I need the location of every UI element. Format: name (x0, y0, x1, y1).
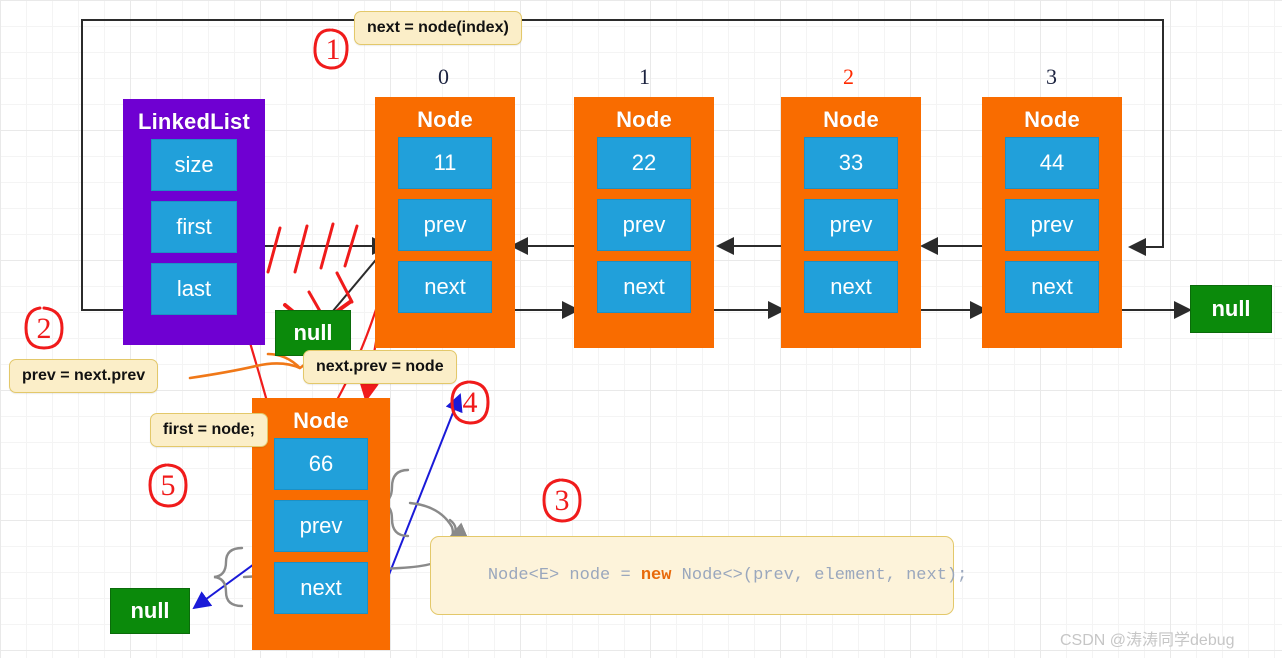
linkedlist-field-size: size (151, 139, 237, 191)
linkedlist-box: LinkedList size first last (123, 99, 265, 345)
node-value-1: 22 (597, 137, 691, 189)
node-title-3: Node (1024, 107, 1080, 132)
node-value-3: 44 (1005, 137, 1099, 189)
code-note: Node<E> node = new Node<>(prev, element,… (430, 536, 967, 615)
note-prev-next-prev: prev = next.prev (9, 359, 159, 393)
node-next-2: next (804, 261, 898, 313)
node-box-1: Node 22 prev next (574, 97, 714, 348)
linkedlist-field-last: last (151, 263, 237, 315)
code-part-name: node (559, 566, 621, 585)
linkedlist-field-first: first (151, 201, 237, 253)
node-prev-2: prev (804, 199, 898, 251)
hand-loop-5 (148, 463, 188, 508)
hand-mark-4-label: 4 (462, 386, 478, 419)
hand-mark-1-label: 1 (325, 33, 341, 66)
brace-new-node-right (379, 468, 470, 543)
note-next-prev-node-text: next.prev = node (316, 358, 444, 375)
node-title-0: Node (417, 107, 473, 132)
null-label-right: null (1211, 296, 1251, 321)
hand-mark-3: 3 (544, 479, 580, 523)
hand-mark-2-label: 2 (36, 312, 52, 345)
hand-mark-2: 2 (26, 307, 62, 351)
index-label-2: 2 (843, 64, 854, 89)
hand-strike-first-arrow (266, 222, 359, 274)
node-box-2: Node 33 prev next (781, 97, 921, 348)
new-node-next: next (274, 562, 368, 614)
node-prev-1: prev (597, 199, 691, 251)
node-box-3: Node 44 prev next (982, 97, 1122, 348)
linkedlist-title: LinkedList (137, 109, 250, 134)
note-next-prev-node: next.prev = node (303, 350, 457, 384)
node-next-1: next (597, 261, 691, 313)
index-label-0: 0 (438, 64, 449, 89)
hand-loop-3 (542, 478, 582, 523)
null-label-crossed-out: null (293, 320, 333, 345)
new-node-value: 66 (274, 438, 368, 490)
node-box-0: Node 11 prev next (375, 97, 515, 348)
diagram-canvas: 0 1 2 3 LinkedList size first last Node … (0, 0, 1282, 658)
node-next-3: next (1005, 261, 1099, 313)
node-value-2: 33 (804, 137, 898, 189)
note-next-node-index: next = node(index) (354, 11, 522, 45)
watermark-text: CSDN @涛涛同学debug (1060, 632, 1235, 649)
code-part-assign: = (620, 566, 641, 585)
hand-loop-2 (24, 306, 64, 350)
watermark: CSDN @涛涛同学debug (1060, 626, 1235, 650)
new-node-title: Node (293, 408, 349, 433)
node-next-0: next (398, 261, 492, 313)
node-prev-3: prev (1005, 199, 1099, 251)
node-prev-0: prev (398, 199, 492, 251)
null-box-right: null (1190, 285, 1272, 333)
index-label-3: 3 (1046, 64, 1057, 89)
hand-mark-3-label: 3 (554, 484, 570, 517)
note-first-node: first = node; (150, 413, 269, 447)
note-prev-next-prev-text: prev = next.prev (22, 367, 146, 384)
note-first-node-text: first = node; (163, 421, 256, 438)
hand-mark-4: 4 (452, 381, 488, 425)
hand-mark-5: 5 (150, 464, 186, 508)
node-value-0: 11 (398, 137, 492, 189)
code-part-ctor: Node<>(prev, element, next); (671, 566, 968, 585)
node-title-2: Node (823, 107, 879, 132)
hand-mark-5-label: 5 (160, 469, 176, 502)
code-part-new-keyword: new (640, 566, 672, 585)
hand-loop-4 (450, 380, 490, 425)
hand-mark-1: 1 (316, 29, 350, 71)
index-label-1: 1 (639, 64, 650, 89)
null-box-bottom-left: null (110, 588, 190, 634)
hand-loop-1 (313, 28, 349, 70)
new-node-box: Node 66 prev next (252, 398, 390, 650)
null-label-bottom-left: null (130, 598, 170, 623)
code-part-type: Node<E> (487, 566, 560, 585)
note-next-node-index-text: next = node(index) (367, 19, 509, 36)
node-title-1: Node (616, 107, 672, 132)
new-node-prev: prev (274, 500, 368, 552)
